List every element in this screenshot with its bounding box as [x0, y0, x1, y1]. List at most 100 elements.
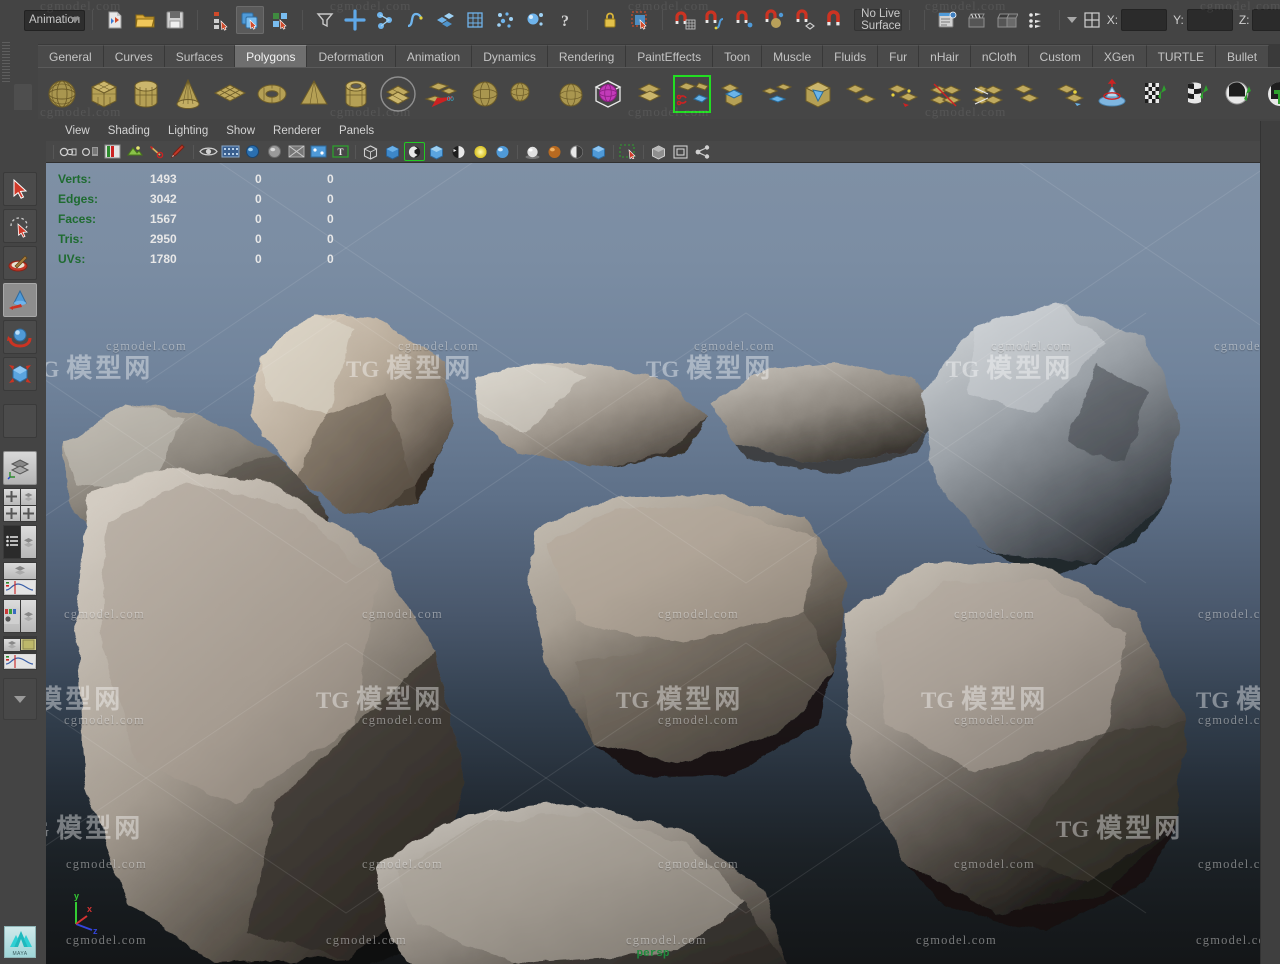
select-tool[interactable] [3, 172, 37, 206]
snap-to-curve-button[interactable] [701, 6, 729, 34]
save-scene-button[interactable] [161, 6, 189, 34]
poly-merge-button[interactable] [840, 74, 880, 114]
poly-cut-faces-button[interactable] [924, 74, 964, 114]
z-transform-input[interactable] [1252, 9, 1280, 31]
uv-automatic-map-button[interactable] [1260, 74, 1280, 114]
gate-mask-button[interactable] [264, 142, 285, 161]
camera-attributes-button[interactable] [80, 142, 101, 161]
shelf-tab-animation[interactable]: Animation [395, 45, 473, 67]
uv-planar-map-button[interactable] [1134, 74, 1174, 114]
show-attribute-editor-button[interactable] [933, 6, 961, 34]
single-perspective-view-layout[interactable] [3, 451, 37, 485]
persp-pane-icon[interactable] [20, 600, 36, 632]
panel-menu-show[interactable]: Show [217, 125, 264, 137]
poly-boolean-button[interactable] [588, 74, 628, 114]
shelf-tab-custom[interactable]: Custom [1028, 45, 1093, 67]
shelf-tab-surfaces[interactable]: Surfaces [164, 45, 236, 67]
poly-pipe-button[interactable] [336, 74, 376, 114]
live-surface-field[interactable]: No Live Surface [854, 8, 902, 32]
rendering-mask-button[interactable] [521, 6, 549, 34]
film-gate-button[interactable] [220, 142, 241, 161]
shelf-tab-xgen[interactable]: XGen [1092, 45, 1147, 67]
xray-joints-button[interactable] [308, 142, 329, 161]
poly-reduce-button[interactable] [1050, 74, 1090, 114]
panel-menu-panels[interactable]: Panels [330, 125, 383, 137]
scale-tool[interactable] [3, 357, 37, 391]
display-textures-button[interactable] [470, 142, 491, 161]
shelf-tab-ncloth[interactable]: nCloth [970, 45, 1029, 67]
uv-cylindrical-map-button[interactable] [1176, 74, 1216, 114]
shelf-tab-fur[interactable]: Fur [878, 45, 920, 67]
rotate-tool[interactable] [3, 320, 37, 354]
joints-mask-button[interactable] [371, 6, 399, 34]
display-lights-button[interactable] [492, 142, 513, 161]
absolute-transform-icon[interactable] [1083, 11, 1101, 29]
poly-wedge-button[interactable] [798, 74, 838, 114]
hypershade-pane-icon[interactable] [4, 600, 20, 632]
bookmarks-button[interactable] [102, 142, 123, 161]
poly-cylinder-button[interactable] [126, 74, 166, 114]
poly-sphere-button[interactable] [42, 74, 82, 114]
select-by-component-type-button[interactable] [266, 6, 294, 34]
graph-editor-pane-icon[interactable] [4, 579, 36, 595]
poly-sculpt-surface-button[interactable] [1092, 74, 1132, 114]
xray-mode-button[interactable] [648, 142, 669, 161]
resolution-gate-button[interactable] [242, 142, 263, 161]
sculpt-geometry-button[interactable] [462, 74, 502, 114]
multisample-anti-aliasing-button[interactable] [588, 142, 609, 161]
persp-pane-icon[interactable] [4, 563, 36, 579]
persp-graph-layout[interactable] [3, 562, 37, 596]
isolate-select-button[interactable] [198, 142, 219, 161]
toolbox-drag-handle[interactable] [2, 42, 10, 82]
shelf-tab-rendering[interactable]: Rendering [547, 45, 627, 67]
chevron-down-icon[interactable] [1066, 17, 1077, 23]
poly-bevel-button[interactable] [756, 74, 796, 114]
shelf-tab-turtle[interactable]: TURTLE [1146, 45, 1217, 67]
four-view-cell-top-right[interactable] [20, 489, 36, 505]
smooth-shade-all-button[interactable] [382, 142, 403, 161]
shelf-tab-polygons[interactable]: Polygons [235, 45, 308, 67]
poly-smooth-button[interactable] [1008, 74, 1048, 114]
shelf-tab-dynamics[interactable]: Dynamics [472, 45, 548, 67]
lock-selection-button[interactable] [596, 6, 624, 34]
exposure-button[interactable] [286, 142, 307, 161]
graph-editor-pane-icon[interactable] [4, 653, 36, 669]
shelf-tab-deformation[interactable]: Deformation [307, 45, 396, 67]
surfaces-mask-button[interactable] [431, 6, 459, 34]
view-transform-button[interactable] [692, 142, 713, 161]
outliner-persp-layout[interactable] [3, 525, 37, 559]
motion-blur-button[interactable] [566, 142, 587, 161]
right-panel-edge[interactable] [1260, 121, 1280, 964]
four-view-cell-bottom-left[interactable] [4, 505, 20, 521]
dynamics-mask-button[interactable] [491, 6, 519, 34]
poly-append-button[interactable] [882, 74, 922, 114]
misc-mask-button[interactable]: ? [551, 6, 579, 34]
poly-triangulate-button[interactable] [966, 74, 1006, 114]
viewport-3d[interactable]: Verts: 1493 0 0 Edges: 3042 0 0 Faces: 1… [46, 163, 1260, 964]
persp-graph-render-layout[interactable] [3, 636, 37, 670]
isolate-selected-button[interactable] [618, 142, 639, 161]
select-camera-button[interactable] [58, 142, 79, 161]
panel-menu-renderer[interactable]: Renderer [264, 125, 330, 137]
xray-active-components-button[interactable] [670, 142, 691, 161]
shelf-tab-general[interactable]: General [38, 45, 104, 67]
poly-plane-button[interactable] [210, 74, 250, 114]
open-scene-button[interactable] [131, 6, 159, 34]
show-layer-editor-button[interactable] [1023, 6, 1051, 34]
snap-to-projected-center-button[interactable] [761, 6, 789, 34]
shade-options-button[interactable] [448, 142, 469, 161]
shadows-button[interactable] [522, 142, 543, 161]
last-tool-used[interactable] [3, 404, 37, 438]
persp-render-row[interactable] [4, 637, 36, 653]
image-plane-button[interactable] [124, 142, 145, 161]
expand-toolbox-button[interactable] [3, 678, 37, 720]
shelf-tab-muscle[interactable]: Muscle [762, 45, 824, 67]
poly-combine-button[interactable] [546, 74, 586, 114]
panel-menu-view[interactable]: View [56, 125, 99, 137]
shelf-tab-curves[interactable]: Curves [103, 45, 165, 67]
handles-mask-button[interactable] [341, 6, 369, 34]
ambient-occlusion-button[interactable] [544, 142, 565, 161]
poly-prism-button[interactable] [378, 74, 418, 114]
shelf-tab-painteffects[interactable]: PaintEffects [626, 45, 714, 67]
shelf-tab-toon[interactable]: Toon [713, 45, 763, 67]
